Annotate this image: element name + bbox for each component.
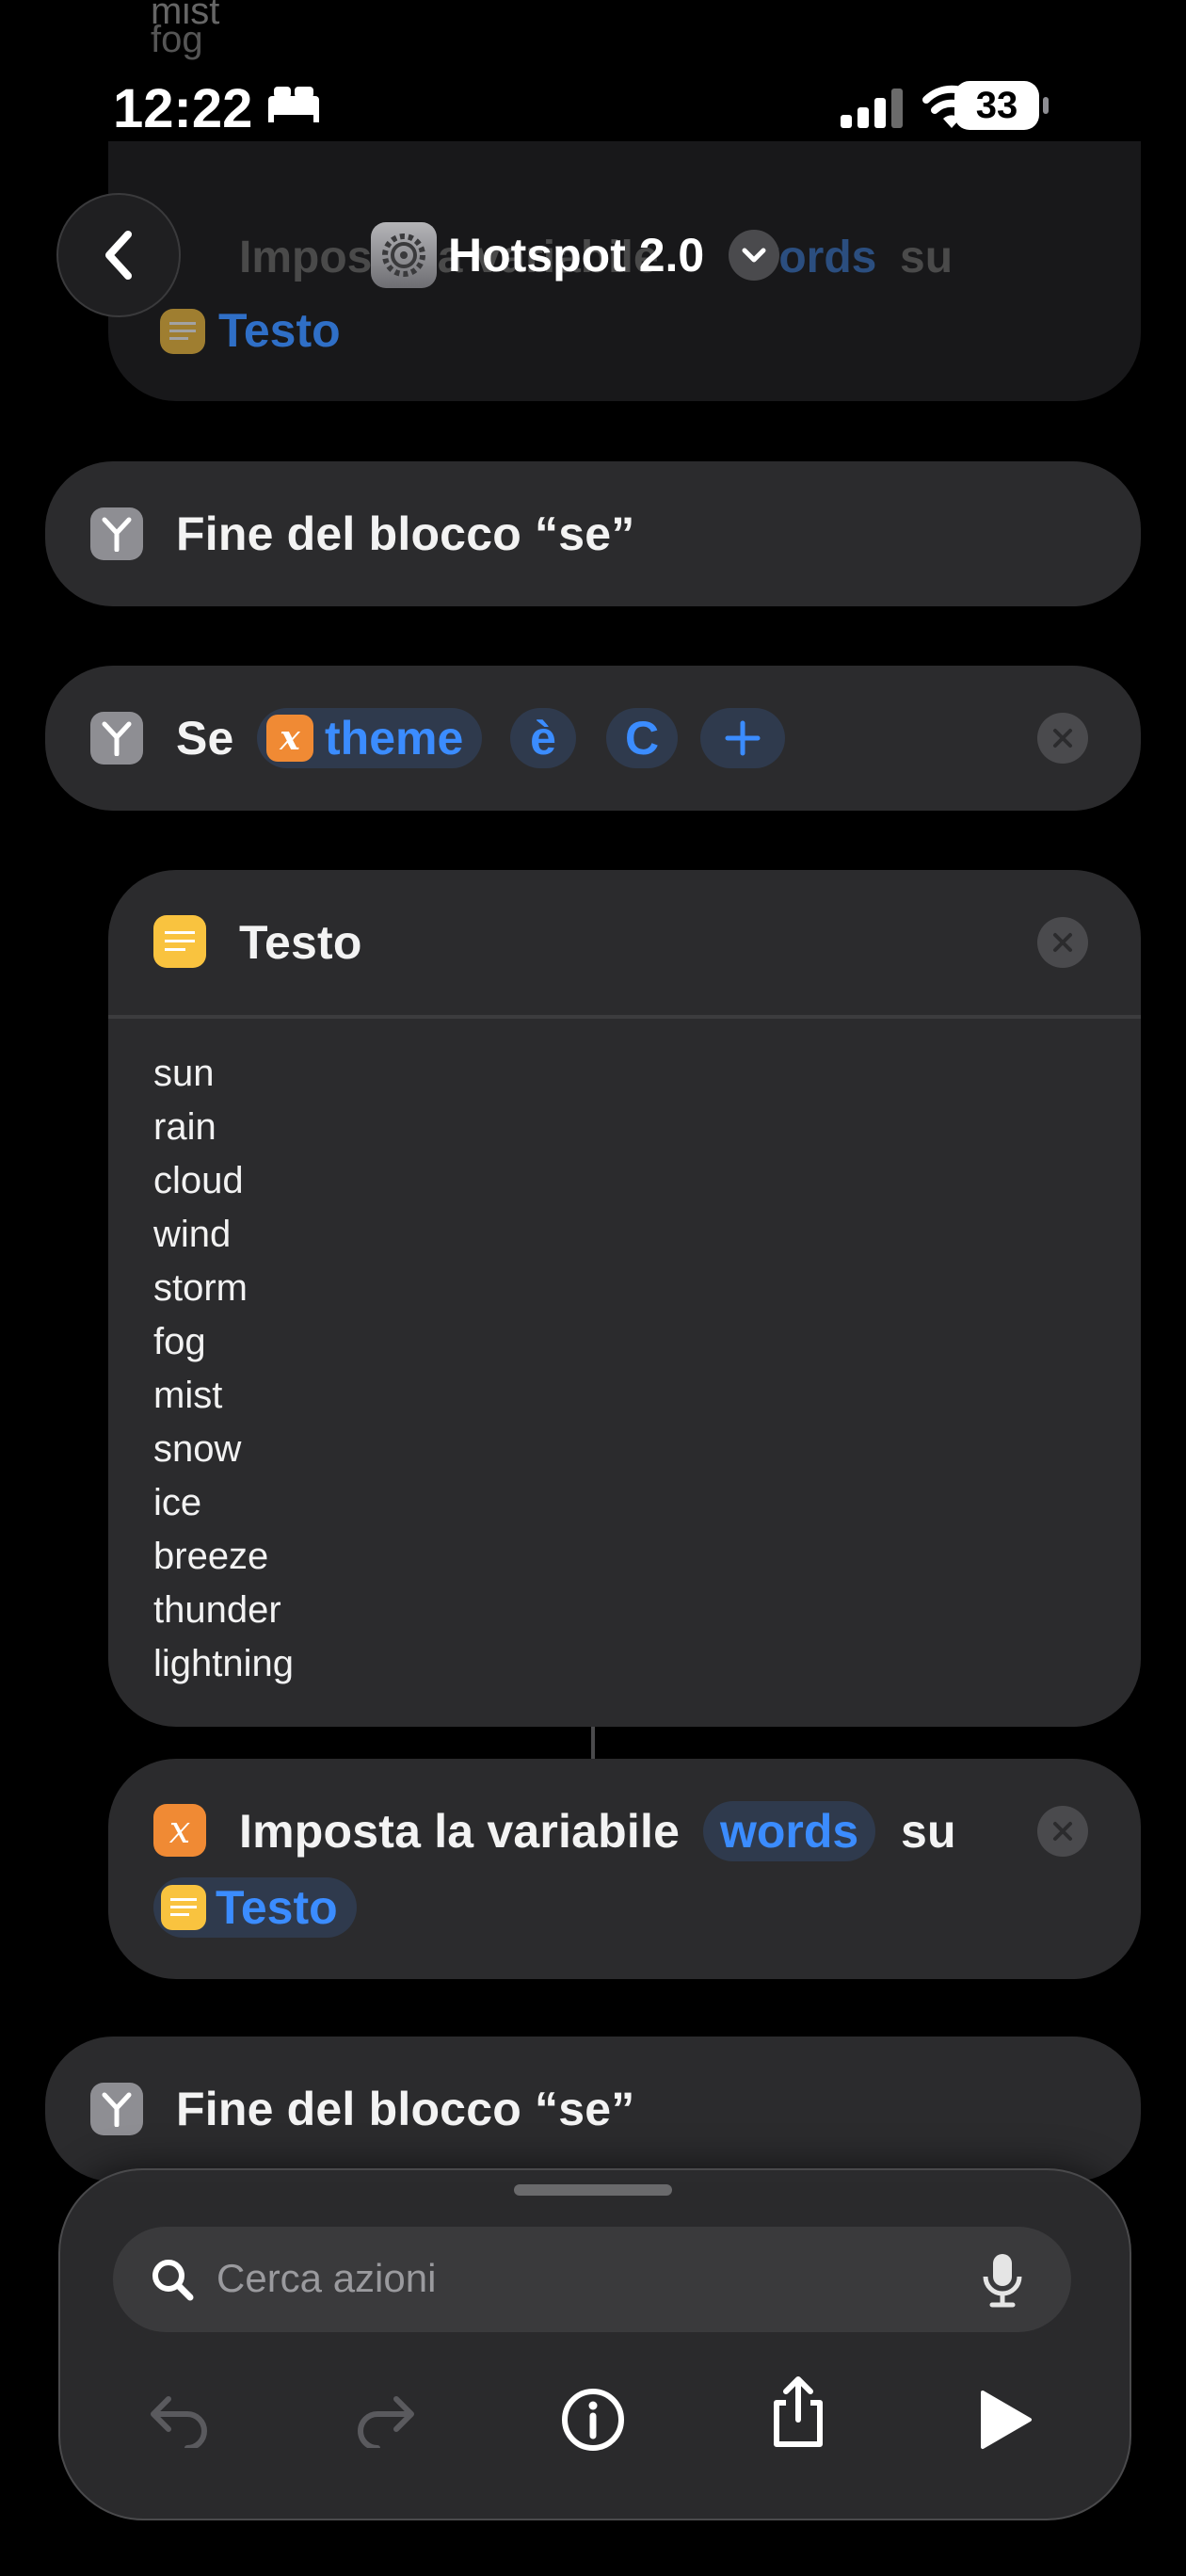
page-title: Hotspot 2.0 <box>448 229 705 282</box>
text-icon <box>153 915 206 968</box>
branch-icon <box>90 507 143 560</box>
grabber-handle[interactable] <box>514 2184 672 2196</box>
variable-icon: x <box>266 715 313 762</box>
chevron-left-icon <box>105 231 132 280</box>
text-content-area[interactable]: sun rain cloud wind storm fog mist snow … <box>153 1047 1095 1691</box>
search-icon <box>151 2258 194 2306</box>
settings-app-icon <box>371 222 437 288</box>
end-if-label: Fine del blocco “se” <box>176 507 635 560</box>
branch-icon <box>90 2083 143 2135</box>
remove-action-button[interactable] <box>1037 1806 1088 1857</box>
text-line: breeze <box>153 1536 269 1577</box>
variable-input-name: Testo <box>216 1881 338 1934</box>
end-if-label: Fine del blocco “se” <box>176 2083 635 2135</box>
condition-variable-name: theme <box>325 712 464 765</box>
cellular-icon <box>841 89 903 133</box>
if-label: Se <box>176 712 234 765</box>
close-icon <box>1053 729 1072 748</box>
info-icon[interactable] <box>555 2382 631 2457</box>
microphone-icon[interactable] <box>979 2252 1026 2313</box>
top-faded-su: su <box>900 233 954 282</box>
text-line: ice <box>153 1482 202 1523</box>
text-icon <box>160 309 205 354</box>
top-faded-line-2: fog <box>151 19 203 60</box>
condition-variable-pill[interactable]: x theme <box>257 708 483 768</box>
close-icon <box>1053 1822 1072 1841</box>
condition-value-pill[interactable]: C <box>606 708 678 768</box>
text-line: mist <box>153 1375 223 1416</box>
remove-action-button[interactable] <box>1037 917 1088 968</box>
play-icon[interactable] <box>968 2382 1043 2457</box>
top-faded-testo: Testo <box>218 304 341 357</box>
text-line: snow <box>153 1428 242 1470</box>
variable-icon: x <box>153 1804 206 1857</box>
text-line: sun <box>153 1053 215 1094</box>
condition-operator-pill[interactable]: è <box>510 708 576 768</box>
battery-level: 33 <box>975 85 1018 126</box>
text-line: cloud <box>153 1160 244 1201</box>
bed-icon <box>266 83 321 124</box>
chevron-down-icon <box>729 230 780 281</box>
text-icon <box>161 1885 206 1930</box>
text-line: lightning <box>153 1643 295 1684</box>
back-button[interactable] <box>56 193 181 317</box>
text-action[interactable]: Testo sun rain cloud wind storm fog mist… <box>108 870 1141 1727</box>
end-if-block-1[interactable]: Fine del blocco “se” <box>45 461 1141 606</box>
search-placeholder: Cerca azioni <box>216 2256 437 2300</box>
text-action-title: Testo <box>239 916 362 969</box>
divider <box>108 1015 1141 1019</box>
end-if-block-2[interactable]: Fine del blocco “se” <box>45 2037 1141 2182</box>
set-variable-su: su <box>901 1805 956 1858</box>
plus-icon <box>725 720 761 756</box>
variable-name-pill[interactable]: words <box>703 1801 876 1861</box>
shortcut-title-menu[interactable]: Hotspot 2.0 <box>371 222 780 288</box>
undo-icon[interactable] <box>141 2382 216 2457</box>
set-variable-action[interactable]: x Imposta la variabile words su Testo <box>108 1759 1141 1979</box>
text-line: thunder <box>153 1589 281 1631</box>
variable-input-pill[interactable]: Testo <box>153 1877 357 1938</box>
connector-line <box>591 1727 595 1759</box>
remove-action-button[interactable] <box>1037 713 1088 764</box>
redo-icon[interactable] <box>348 2382 424 2457</box>
status-time: 12:22 <box>113 78 253 139</box>
set-variable-label: Imposta la variabile <box>239 1805 681 1858</box>
bottom-toolbar <box>58 2168 1131 2520</box>
text-line: wind <box>153 1214 232 1255</box>
branch-icon <box>90 712 143 765</box>
share-icon[interactable] <box>761 2375 836 2450</box>
text-line: fog <box>153 1321 206 1362</box>
if-block[interactable]: Se x theme è C <box>45 666 1141 811</box>
add-condition-button[interactable] <box>700 708 785 768</box>
text-line: rain <box>153 1106 216 1148</box>
close-icon <box>1053 933 1072 952</box>
text-line: storm <box>153 1267 248 1309</box>
battery-icon: 33 <box>954 81 1049 130</box>
